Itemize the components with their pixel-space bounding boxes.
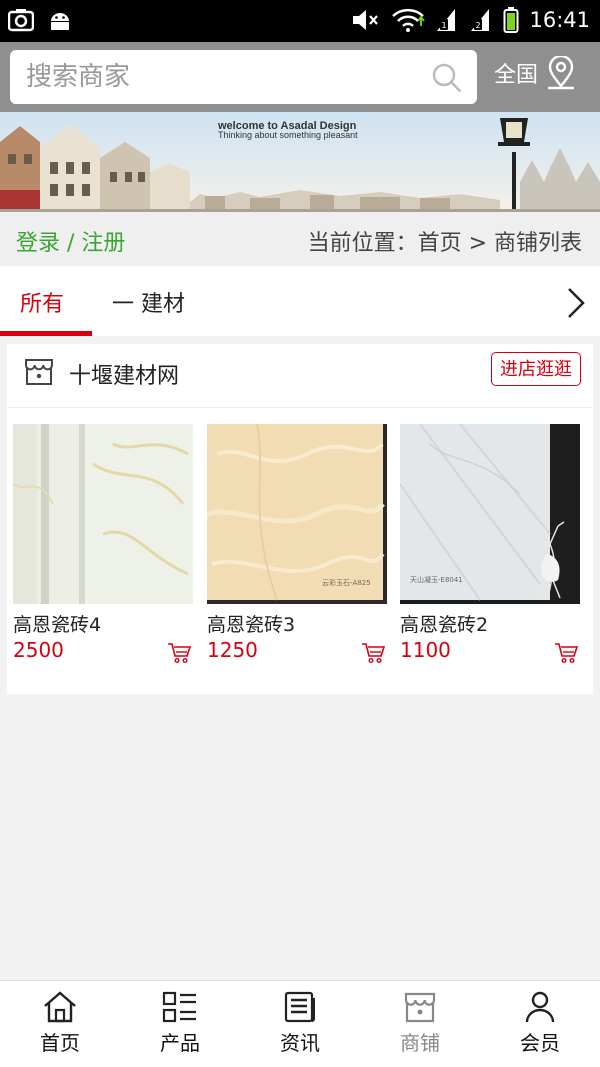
product-price: 2500 [13,638,64,662]
svg-text:2: 2 [476,21,481,30]
banner-caption: welcome to Asadal Design Thinking about … [218,121,358,140]
nav-news[interactable]: 资讯 [240,991,360,1056]
category-tabs: 所有 一 建材 [0,266,600,336]
battery-icon [503,7,519,33]
location-pin-icon [548,56,575,90]
product-card[interactable]: 云彩玉石-A825 高恩瓷砖3 1250 [207,424,387,664]
nav-products-label: 产品 [160,1031,200,1055]
nav-stores[interactable]: 商铺 [360,991,480,1056]
clock: 16:41 [529,8,590,32]
search-input[interactable] [26,50,426,104]
tile-label: 天山凝玉-E8041 [410,576,463,584]
tile-label: 云彩玉石-A825 [322,579,371,587]
wifi-icon [392,8,426,32]
tab-all[interactable]: 所有 [20,286,64,318]
status-bar: 1 2 16:41 [0,0,600,42]
nav-member-label: 会员 [520,1031,560,1055]
nav-products[interactable]: 产品 [120,991,240,1056]
cart-icon[interactable] [167,642,191,664]
nav-member[interactable]: 会员 [480,991,600,1056]
region-label: 全国 [494,63,539,88]
banner-image[interactable]: welcome to Asadal Design Thinking about … [0,112,600,212]
grid-list-icon [162,991,196,1023]
product-price: 1250 [207,638,258,662]
breadcrumb: 当前位置：首页 > 商铺列表 [307,231,582,256]
chevron-right-icon[interactable] [566,286,586,320]
user-icon [525,991,555,1023]
region-selector[interactable]: 全国 [494,56,576,90]
store-icon [25,359,53,385]
product-image[interactable]: 天山凝玉-E8041 [400,424,580,604]
product-image[interactable]: 云彩玉石-A825 [207,424,387,604]
nav-news-label: 资讯 [280,1031,320,1055]
android-icon [51,13,69,30]
banner-line-2: Thinking about something pleasant [218,130,358,140]
sim2-signal-icon: 2 [471,9,490,31]
app-header: 全国 [0,42,600,112]
login-register-link[interactable]: 登录 / 注册 [16,225,125,257]
screenshot-icon [8,9,34,32]
cart-icon[interactable] [554,642,578,664]
store-icon [404,992,436,1023]
product-card[interactable]: 天山凝玉-E8041 高恩瓷砖2 1100 [400,424,580,664]
enter-shop-button[interactable]: 进店逛逛 [491,352,581,386]
search-icon[interactable] [431,62,463,94]
cart-icon[interactable] [361,642,385,664]
product-name[interactable]: 高恩瓷砖3 [207,610,295,637]
bottom-nav: 首页 产品 资讯 商铺 会员 [0,980,600,1067]
news-icon [284,991,315,1023]
product-name[interactable]: 高恩瓷砖2 [400,610,488,637]
search-box[interactable] [10,50,477,104]
mute-icon [353,10,379,30]
nav-home-label: 首页 [40,1031,80,1055]
product-image[interactable] [13,424,193,604]
svg-text:1: 1 [442,21,447,30]
shop-name[interactable]: 十堰建材网 [69,358,179,390]
product-name[interactable]: 高恩瓷砖4 [13,610,101,637]
product-card[interactable]: 高恩瓷砖4 2500 [13,424,193,664]
nav-stores-label: 商铺 [400,1031,440,1055]
home-icon [44,991,76,1023]
nav-home[interactable]: 首页 [0,991,120,1056]
sim1-signal-icon: 1 [437,9,456,31]
active-tab-indicator [0,331,92,336]
shop-header: 十堰建材网 进店逛逛 [7,344,593,408]
tab-building-materials[interactable]: 一 建材 [112,286,185,318]
shop-card: 十堰建材网 进店逛逛 高恩瓷砖4 2500 云彩玉石-A825 高恩瓷砖3 12… [7,344,593,694]
product-price: 1100 [400,638,451,662]
breadcrumb-row: 登录 / 注册 当前位置：首页 > 商铺列表 [0,212,600,266]
